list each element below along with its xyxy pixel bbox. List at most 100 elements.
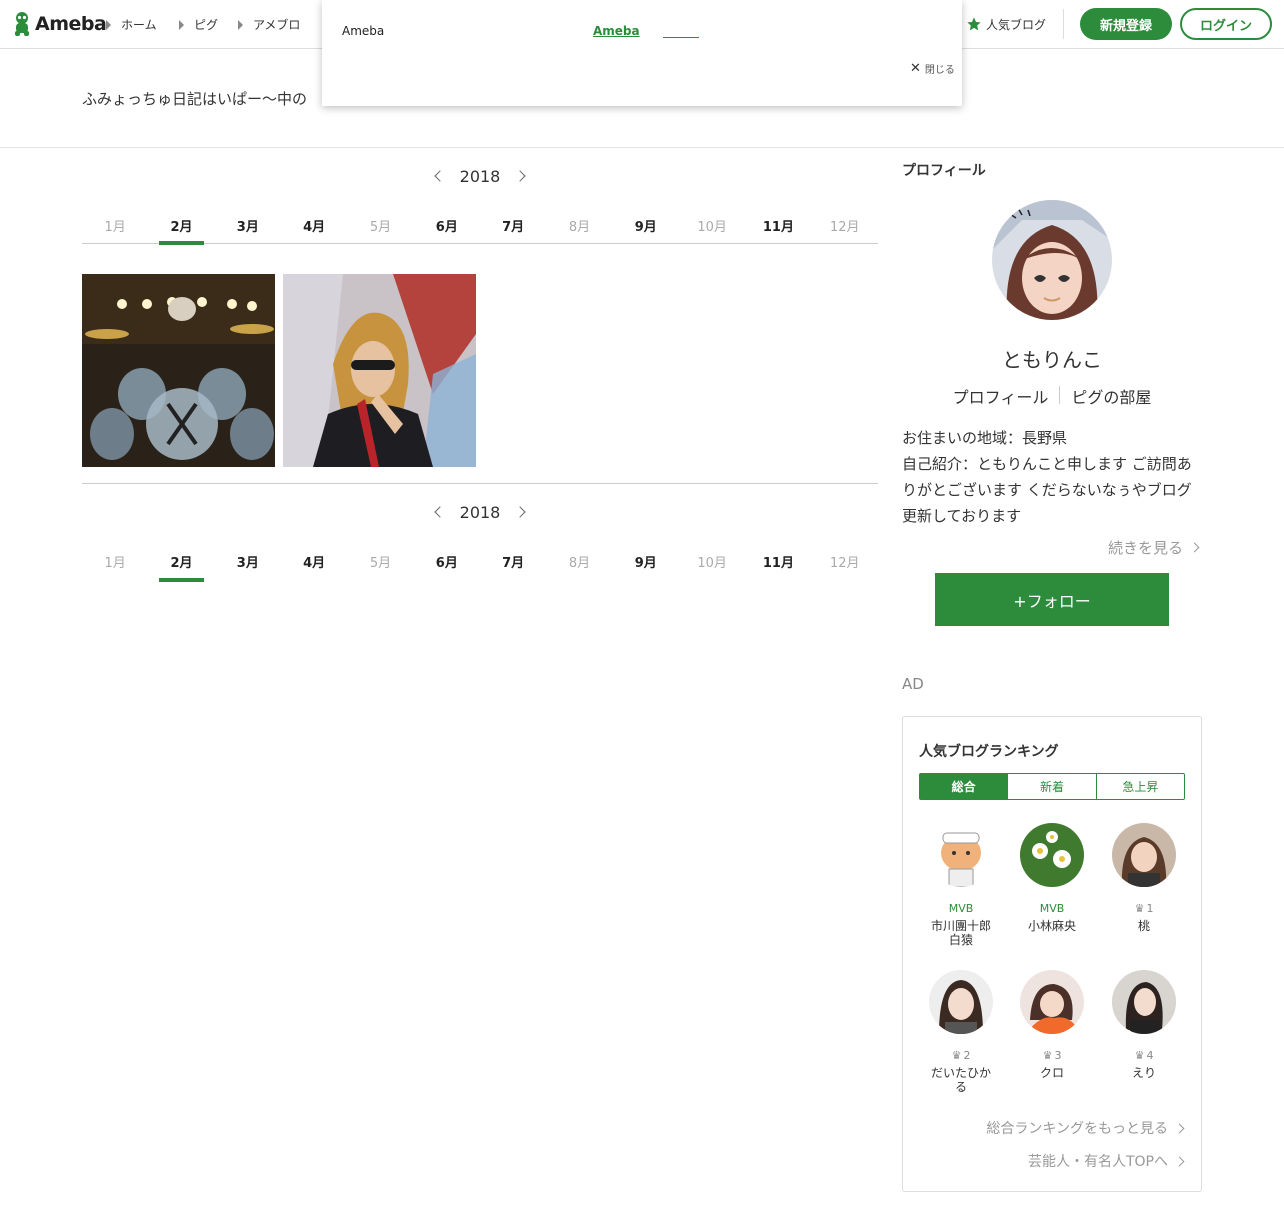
nav-home[interactable]: ホーム bbox=[106, 16, 157, 33]
next-year-icon[interactable] bbox=[514, 170, 526, 182]
follow-button[interactable]: +フォロー bbox=[935, 573, 1169, 626]
year-label: 2018 bbox=[459, 166, 501, 186]
mvb-badge: MVB bbox=[1039, 901, 1065, 915]
popup-close-label: 閉じる bbox=[924, 65, 955, 76]
month-tab: 10月 bbox=[697, 556, 727, 571]
year-label: 2018 bbox=[459, 502, 501, 522]
profile-name: ともりんこ bbox=[1002, 348, 1102, 372]
signup-button[interactable]: 新規登録 bbox=[1080, 8, 1172, 40]
pigg-room-link[interactable]: ピグの部屋 bbox=[1071, 384, 1151, 408]
month-tab: 12月 bbox=[830, 220, 860, 235]
popup-link-underline[interactable] bbox=[663, 37, 699, 38]
chevron-right-icon bbox=[1189, 542, 1200, 553]
ranking-item[interactable]: ♛ 1 桃 bbox=[1109, 823, 1179, 933]
rank-number: 3 bbox=[1054, 1048, 1062, 1062]
read-more-link[interactable]: 続きを見る bbox=[1107, 537, 1200, 558]
next-year-icon[interactable] bbox=[514, 506, 526, 518]
month-tab: 5月 bbox=[369, 556, 392, 571]
month-tab[interactable]: 7月 bbox=[480, 210, 546, 243]
rank-badge: ♛ 2 bbox=[926, 1048, 996, 1062]
drummer-photo[interactable] bbox=[82, 274, 275, 467]
nav-pigg[interactable]: ピグ bbox=[179, 16, 218, 33]
month-tab[interactable]: 6月 bbox=[414, 210, 480, 243]
crown-icon: ♛ bbox=[951, 1048, 962, 1062]
more-ranking-label: 総合ランキングをもっと見る bbox=[986, 1121, 1168, 1137]
popup-link[interactable]: Ameba bbox=[593, 24, 640, 38]
month-tab[interactable]: 6月 bbox=[414, 546, 480, 580]
rank-badge: ♛ 4 bbox=[1109, 1048, 1179, 1062]
ranking-title: 人気ブログランキング bbox=[919, 744, 1059, 760]
tab-new[interactable]: 新着 bbox=[1007, 774, 1095, 799]
login-button[interactable]: ログイン bbox=[1180, 8, 1272, 40]
profile-heading: プロフィール bbox=[902, 163, 986, 179]
month-tab[interactable]: 11月 bbox=[745, 546, 811, 580]
ranking-item[interactable]: ♛ 3 クロ bbox=[1017, 970, 1087, 1080]
ranking-name: 小林麻央 bbox=[1027, 919, 1076, 933]
month-tab[interactable]: 9月 bbox=[613, 546, 679, 580]
more-ranking-link[interactable]: 総合ランキングをもっと見る bbox=[986, 1118, 1185, 1138]
sunglasses-portrait-photo[interactable] bbox=[283, 274, 476, 467]
ranking-item[interactable]: MVB 市川團十郎白猿 bbox=[926, 823, 996, 947]
ranking-item[interactable]: MVB 小林麻央 bbox=[1017, 823, 1087, 933]
month-tab[interactable]: 3月 bbox=[215, 210, 281, 243]
profile-link[interactable]: プロフィール bbox=[953, 384, 1049, 408]
month-tab: 1月 bbox=[104, 220, 126, 235]
profile-description: お住まいの地域：長野県 自己紹介：ともりんこと申します ご訪問ありがとございます… bbox=[902, 425, 1202, 529]
ranking-item[interactable]: ♛ 2 だいたひかる bbox=[926, 970, 996, 1094]
month-tab: 5月 bbox=[369, 220, 392, 235]
crown-icon: ♛ bbox=[1134, 901, 1145, 915]
star-icon bbox=[967, 17, 981, 31]
year-nav-bottom: 2018 bbox=[430, 500, 530, 524]
month-tab[interactable]: 2月 bbox=[148, 210, 214, 245]
popular-blog-link[interactable]: 人気ブログ bbox=[966, 16, 1046, 33]
caret-right-icon bbox=[179, 19, 184, 30]
ranking-item[interactable]: ♛ 4 えり bbox=[1109, 970, 1179, 1080]
header-divider bbox=[1063, 9, 1064, 39]
month-tab: 8月 bbox=[568, 220, 591, 235]
tab-rising[interactable]: 急上昇 bbox=[1095, 774, 1184, 799]
profile-links: プロフィール ピグの部屋 bbox=[902, 384, 1202, 408]
popular-blog-label: 人気ブログ bbox=[985, 17, 1046, 32]
profile-intro: 自己紹介：ともりんこと申します ご訪問ありがとございます くだらないなぅやブログ… bbox=[902, 455, 1192, 525]
month-tab[interactable]: 4月 bbox=[281, 210, 347, 243]
month-tab: 12月 bbox=[830, 556, 860, 571]
prev-year-icon[interactable] bbox=[434, 170, 446, 182]
popup-close-button[interactable]: ✕ 閉じる bbox=[910, 61, 955, 76]
photo-grid bbox=[82, 274, 476, 467]
mvb-badge: MVB bbox=[948, 901, 974, 915]
blog-title[interactable]: ふみょっちゅ日記はいぱー〜中の bbox=[82, 88, 307, 109]
year-nav-top: 2018 bbox=[430, 164, 530, 188]
month-tab[interactable]: 9月 bbox=[613, 210, 679, 243]
ranking-avatar bbox=[929, 823, 993, 887]
ranking-avatar bbox=[1112, 823, 1176, 887]
month-tabs-top: 1月 2月 3月 4月 5月 6月 7月 8月 9月 10月 11月 12月 bbox=[82, 210, 878, 245]
month-tab: 1月 bbox=[104, 556, 126, 571]
tab-overall[interactable]: 総合 bbox=[920, 774, 1008, 799]
month-tab[interactable]: 3月 bbox=[215, 546, 281, 580]
rank-number: 1 bbox=[1146, 901, 1154, 915]
ranking-name: 市川團十郎白猿 bbox=[930, 919, 991, 947]
rank-number: 2 bbox=[963, 1048, 971, 1062]
chevron-right-icon bbox=[1174, 1123, 1185, 1133]
month-tab: 10月 bbox=[697, 220, 727, 235]
ameba-logo[interactable]: Ameba bbox=[12, 10, 107, 38]
nav-ameblo[interactable]: アメブロ bbox=[238, 16, 300, 33]
profile-avatar[interactable] bbox=[992, 200, 1112, 320]
ranking-box: 人気ブログランキング 総合 新着 急上昇 MVB 市川團十郎白猿 MVB 小林麻… bbox=[902, 716, 1202, 1192]
celebrity-top-link[interactable]: 芸能人・有名人TOPへ bbox=[1027, 1151, 1185, 1171]
ad-label: AD bbox=[902, 675, 924, 693]
chevron-right-icon bbox=[1174, 1156, 1185, 1166]
month-tab[interactable]: 7月 bbox=[480, 546, 546, 580]
month-tab[interactable]: 11月 bbox=[745, 210, 811, 243]
ranking-name: だいたひかる bbox=[930, 1066, 991, 1094]
crown-icon: ♛ bbox=[1134, 1048, 1145, 1062]
header-right: 人気ブログ 新規登録 ログイン bbox=[966, 8, 1272, 40]
ranking-name: えり bbox=[1131, 1066, 1156, 1080]
celebrity-top-label: 芸能人・有名人TOPへ bbox=[1027, 1154, 1168, 1170]
read-more-label: 続きを見る bbox=[1107, 539, 1183, 557]
month-tab[interactable]: 4月 bbox=[281, 546, 347, 580]
month-tab[interactable]: 2月 bbox=[148, 546, 214, 582]
sidebar: プロフィール ともりんこ プロフィール ピグの部屋 お住まいの地域：長野県 自己… bbox=[902, 160, 1202, 1192]
prev-year-icon[interactable] bbox=[434, 506, 446, 518]
title-divider bbox=[0, 147, 1284, 148]
